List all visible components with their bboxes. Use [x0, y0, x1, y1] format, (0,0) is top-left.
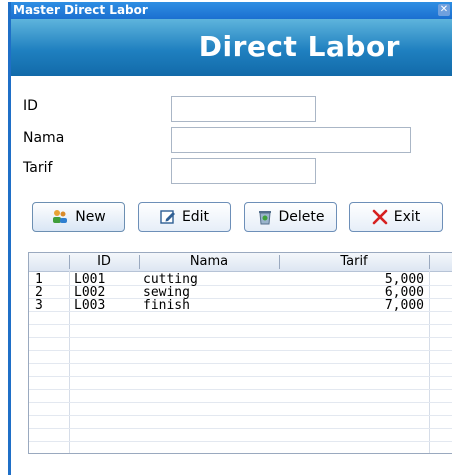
header-id[interactable]: ID	[69, 254, 139, 269]
tarif-label: Tarif	[23, 160, 53, 176]
delete-button-label: Delete	[278, 209, 325, 225]
row-tarif: 7,000	[384, 298, 424, 313]
page-title: Direct Labor	[198, 30, 400, 63]
id-input[interactable]	[171, 96, 316, 122]
edit-button[interactable]: Edit	[138, 202, 231, 232]
grid-row-line	[29, 441, 452, 442]
grid-row-line	[29, 324, 452, 325]
nama-label: Nama	[23, 130, 65, 146]
row-id: L003	[74, 298, 106, 313]
grid-row-line	[29, 389, 452, 390]
grid-header: ID Nama Tarif	[29, 253, 452, 272]
grid-row-line	[29, 363, 452, 364]
header-nama[interactable]: Nama	[139, 254, 279, 269]
close-icon[interactable]: ✕	[438, 4, 450, 16]
header-separator	[429, 255, 430, 269]
window-title: Master Direct Labor	[13, 3, 148, 17]
exit-icon	[372, 209, 388, 225]
table-row[interactable]: 3 L003 finish 7,000	[29, 299, 452, 312]
header-banner: Direct Labor	[11, 19, 452, 76]
nama-input[interactable]	[171, 127, 411, 153]
edit-icon	[160, 209, 176, 225]
tarif-input[interactable]	[171, 158, 316, 184]
new-button[interactable]: New	[32, 202, 125, 232]
exit-button-label: Exit	[393, 209, 421, 225]
grid-row-line	[29, 415, 452, 416]
grid-row-line	[29, 402, 452, 403]
master-direct-labor-window: Master Direct Labor ✕ Direct Labor ID Na…	[8, 2, 452, 475]
labor-grid[interactable]: ID Nama Tarif 1 L001 cutting 5,000 2 L00…	[28, 252, 452, 454]
grid-row-line	[29, 350, 452, 351]
delete-button[interactable]: Delete	[244, 202, 337, 232]
exit-button[interactable]: Exit	[349, 202, 443, 232]
edit-button-label: Edit	[181, 209, 210, 225]
users-icon	[51, 209, 69, 225]
header-tarif[interactable]: Tarif	[279, 254, 429, 269]
row-number: 3	[35, 298, 43, 313]
row-nama: finish	[143, 298, 190, 313]
id-label: ID	[23, 98, 38, 114]
grid-row-line	[29, 376, 452, 377]
title-bar: Master Direct Labor ✕	[11, 2, 452, 19]
new-button-label: New	[75, 209, 106, 225]
grid-row-line	[29, 337, 452, 338]
grid-row-line	[29, 428, 452, 429]
delete-icon	[257, 209, 273, 225]
